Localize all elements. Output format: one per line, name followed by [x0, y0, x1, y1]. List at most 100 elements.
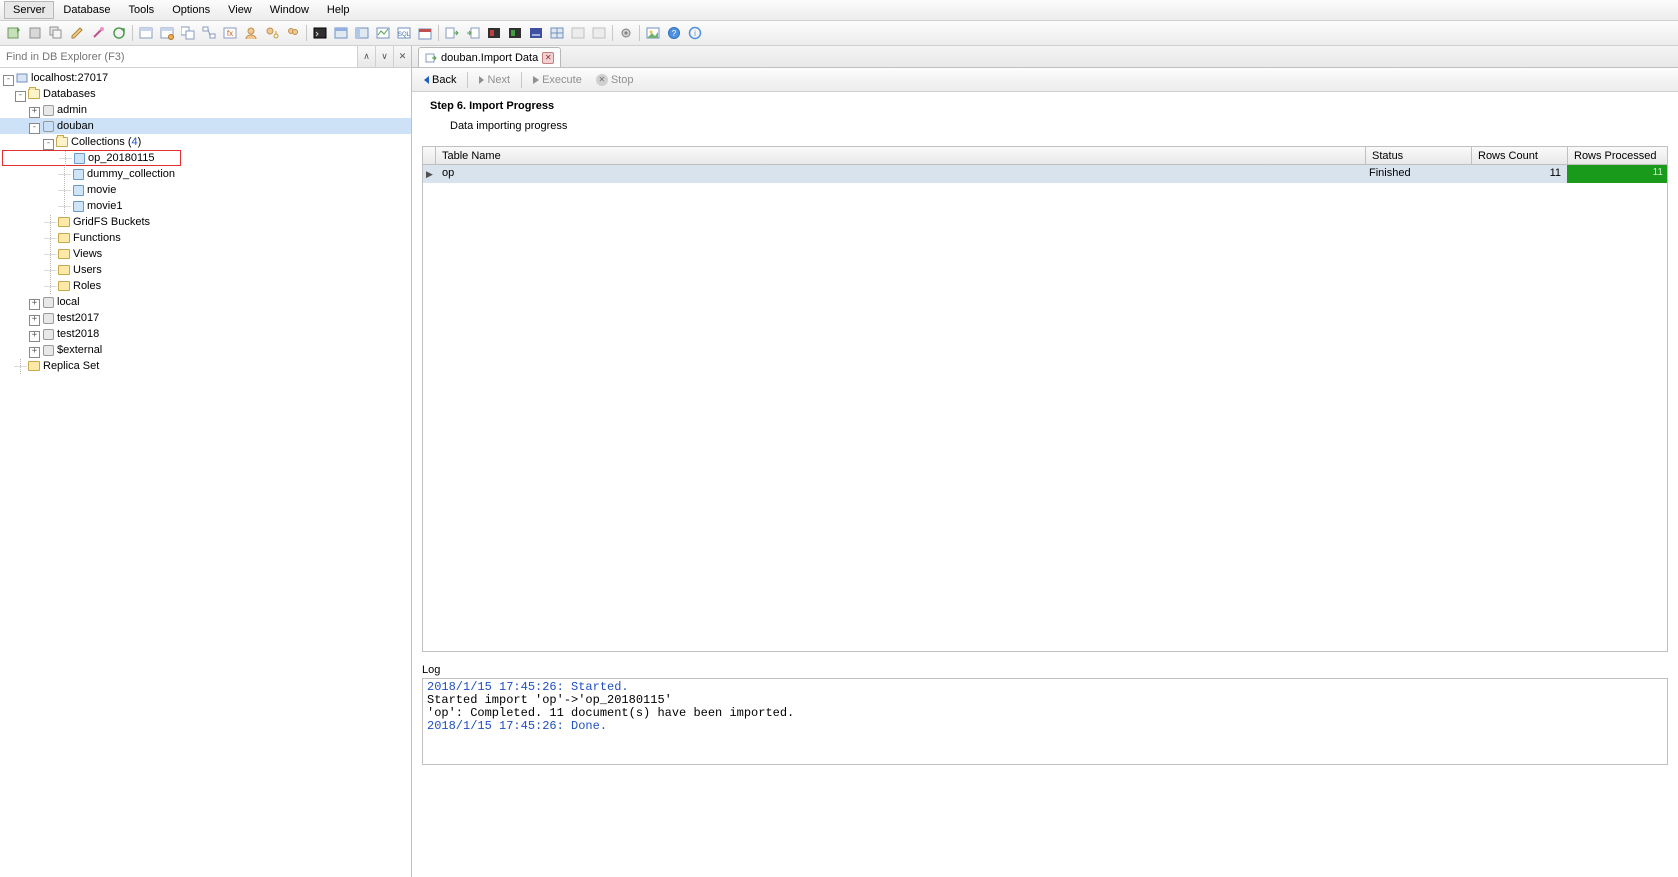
tree-functions-folder[interactable]: Functions [0, 230, 411, 246]
tree-databases-folder[interactable]: Databases [0, 86, 411, 102]
stop-icon: ✕ [596, 74, 608, 86]
tree-collection-dummy[interactable]: dummy_collection [0, 166, 411, 182]
menu-tools[interactable]: Tools [120, 1, 164, 19]
expand-toggle[interactable] [14, 88, 27, 101]
search-input[interactable] [0, 46, 357, 67]
back-button[interactable]: Back [418, 72, 462, 88]
tb-window2-icon[interactable] [352, 23, 372, 43]
nav-sep [467, 72, 468, 88]
expand-toggle[interactable] [28, 104, 41, 117]
tree-db-external[interactable]: $external [0, 342, 411, 358]
tb-sql-icon[interactable]: SQL [394, 23, 414, 43]
tree-connector [58, 198, 71, 214]
execute-button[interactable]: Execute [527, 72, 588, 88]
tree-collection-movie1[interactable]: movie1 [0, 198, 411, 214]
tb-disabled1-icon[interactable] [568, 23, 588, 43]
col-status[interactable]: Status [1366, 147, 1472, 164]
tree-collection-movie[interactable]: movie [0, 182, 411, 198]
nav-sep [521, 72, 522, 88]
tb-edit-icon[interactable] [67, 23, 87, 43]
menu-window[interactable]: Window [261, 1, 318, 19]
tree-views-folder[interactable]: Views [0, 246, 411, 262]
log-line: Started import 'op'->'op_20180115' [427, 693, 672, 707]
tb-sep [438, 25, 439, 41]
stop-button[interactable]: ✕ Stop [590, 72, 640, 88]
next-button[interactable]: Next [473, 72, 516, 88]
tree-collections-folder[interactable]: Collections (4) [0, 134, 411, 150]
tree-gridfs-folder[interactable]: GridFS Buckets [0, 214, 411, 230]
arrow-left-icon [424, 76, 429, 84]
table-row[interactable]: ▶ op Finished 11 11 [423, 165, 1667, 183]
tree-db-admin[interactable]: admin [0, 102, 411, 118]
menu-options[interactable]: Options [163, 1, 219, 19]
tb-about-icon[interactable]: i [685, 23, 705, 43]
tree-users-folder[interactable]: Users [0, 262, 411, 278]
tb-disabled2-icon[interactable] [589, 23, 609, 43]
tree-db-douban[interactable]: douban [0, 118, 411, 134]
tree-label: test2018 [57, 328, 99, 340]
tb-refresh-icon[interactable] [25, 23, 45, 43]
search-dropdown2-button[interactable]: ∨ [375, 46, 393, 67]
col-rows-count[interactable]: Rows Count [1472, 147, 1568, 164]
row-marker-header [423, 147, 436, 164]
tree-replica-folder[interactable]: Replica Set [0, 358, 411, 374]
tree-host[interactable]: localhost:27017 [0, 70, 411, 86]
tb-users-icon[interactable] [283, 23, 303, 43]
tb-shell-icon[interactable] [310, 23, 330, 43]
tb-table2-icon[interactable] [157, 23, 177, 43]
tb-import-icon[interactable] [463, 23, 483, 43]
tb-dark-green-icon[interactable] [505, 23, 525, 43]
db-explorer-search: ∧ ∨ ✕ [0, 46, 411, 68]
tb-help-icon[interactable]: ? [664, 23, 684, 43]
tb-table1-icon[interactable] [136, 23, 156, 43]
tb-copy-icon[interactable] [46, 23, 66, 43]
tb-func-icon[interactable]: fx [220, 23, 240, 43]
expand-toggle[interactable] [28, 312, 41, 325]
expand-toggle[interactable] [28, 120, 41, 133]
tb-export-icon[interactable] [442, 23, 462, 43]
tb-wand-icon[interactable] [88, 23, 108, 43]
tb-user-key-icon[interactable] [262, 23, 282, 43]
col-table-name[interactable]: Table Name [436, 147, 1366, 164]
expand-toggle[interactable] [2, 72, 15, 85]
tree-db-local[interactable]: local [0, 294, 411, 310]
database-icon [41, 343, 55, 357]
col-rows-processed[interactable]: Rows Processed [1568, 147, 1667, 164]
tb-user1-icon[interactable] [241, 23, 261, 43]
db-tree[interactable]: localhost:27017 Databases admin douban [0, 68, 411, 877]
tb-window1-icon[interactable] [331, 23, 351, 43]
tab-import-data[interactable]: douban.Import Data ✕ [418, 47, 561, 67]
tree-roles-folder[interactable]: Roles [0, 278, 411, 294]
svg-text:fx: fx [227, 29, 233, 38]
tb-new-db-icon[interactable] [4, 23, 24, 43]
log-area: Log 2018/1/15 17:45:26: Started. Started… [422, 664, 1668, 765]
tb-calendar-icon[interactable] [415, 23, 435, 43]
search-clear-button[interactable]: ✕ [393, 46, 411, 67]
expand-toggle[interactable] [28, 328, 41, 341]
tb-gear-icon[interactable] [616, 23, 636, 43]
tb-image-icon[interactable] [643, 23, 663, 43]
log-output[interactable]: 2018/1/15 17:45:26: Started. Started imp… [422, 678, 1668, 765]
tree-label: local [57, 296, 80, 308]
tb-diagram-icon[interactable] [199, 23, 219, 43]
tb-activity-icon[interactable] [373, 23, 393, 43]
log-line: 2018/1/15 17:45:26: Started. [427, 680, 629, 694]
tree-collection-op20180115[interactable]: op_20180115 [2, 150, 181, 166]
svg-text:SQL: SQL [398, 32, 411, 38]
search-dropdown-button[interactable]: ∧ [357, 46, 375, 67]
tb-window3-icon[interactable] [547, 23, 567, 43]
tree-db-test2018[interactable]: test2018 [0, 326, 411, 342]
tree-db-test2017[interactable]: test2017 [0, 310, 411, 326]
expand-toggle[interactable] [28, 344, 41, 357]
menu-server[interactable]: Server [4, 1, 54, 19]
expand-toggle[interactable] [28, 296, 41, 309]
menu-view[interactable]: View [219, 1, 261, 19]
menu-database[interactable]: Database [54, 1, 119, 19]
menu-help[interactable]: Help [318, 1, 359, 19]
tb-dark-red-icon[interactable] [484, 23, 504, 43]
expand-toggle[interactable] [42, 136, 55, 149]
close-icon[interactable]: ✕ [542, 52, 554, 64]
tb-connect-icon[interactable] [109, 23, 129, 43]
tb-dark-blue-icon[interactable] [526, 23, 546, 43]
tb-table3-icon[interactable] [178, 23, 198, 43]
